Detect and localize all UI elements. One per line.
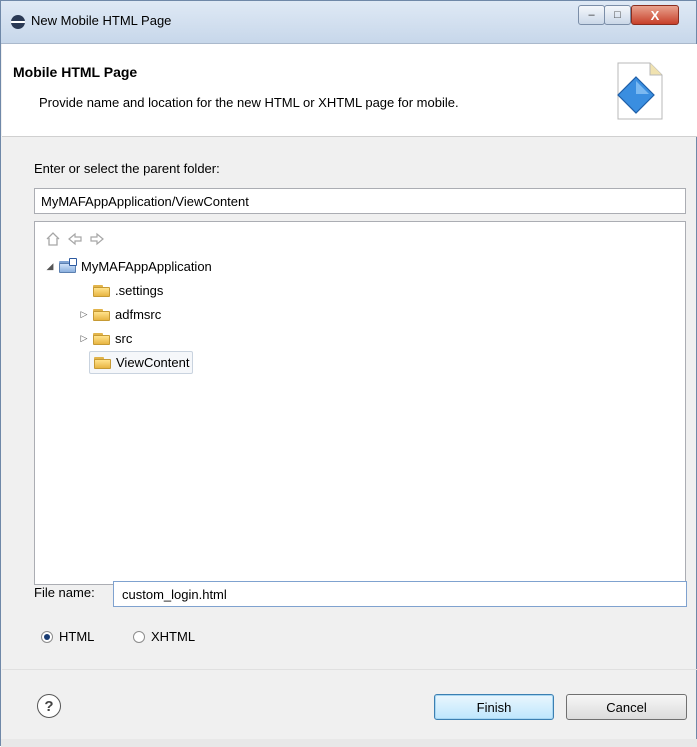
title-bar[interactable]: New Mobile HTML Page – □ X: [1, 1, 696, 44]
tree-item-adfmsrc[interactable]: ▷ adfmsrc: [79, 304, 162, 325]
xhtml-radio-option[interactable]: XHTML: [133, 629, 195, 644]
tree-item-src[interactable]: ▷ src: [79, 328, 133, 349]
folder-icon: [93, 308, 111, 322]
parent-folder-input[interactable]: [34, 188, 686, 214]
folder-tree[interactable]: ◢ MyMAFAppApplication .settings ▷ adfmsr…: [34, 221, 686, 585]
eclipse-icon: [11, 15, 25, 29]
html-radio-label: HTML: [59, 629, 95, 644]
html-page-wizard-icon: [617, 62, 663, 120]
collapsed-triangle-icon[interactable]: ▷: [79, 309, 89, 320]
close-button[interactable]: X: [631, 5, 679, 25]
tree-item-label: ViewContent: [116, 355, 190, 370]
wizard-title: Mobile HTML Page: [13, 64, 138, 80]
dialog-window: New Mobile HTML Page – □ X Mobile HTML P…: [0, 0, 697, 747]
window-title: New Mobile HTML Page: [31, 13, 172, 28]
xhtml-radio-label: XHTML: [151, 629, 196, 644]
file-name-label: File name:: [34, 585, 95, 600]
file-name-input[interactable]: [113, 581, 687, 607]
project-folder-icon: [59, 257, 77, 274]
xhtml-radio-button[interactable]: [133, 630, 145, 643]
cancel-button[interactable]: Cancel: [566, 694, 687, 720]
tree-item-label: MyMAFAppApplication: [81, 259, 212, 274]
html-radio-option[interactable]: HTML: [41, 629, 94, 644]
minimize-button[interactable]: –: [578, 5, 605, 25]
tree-item-project[interactable]: ◢ MyMAFAppApplication: [45, 256, 212, 277]
tree-item-label: src: [115, 331, 133, 346]
maximize-button[interactable]: □: [604, 5, 631, 25]
tree-item-label: adfmsrc: [115, 307, 162, 322]
expanded-triangle-icon[interactable]: ◢: [45, 261, 55, 272]
folder-icon: [93, 332, 111, 346]
collapsed-triangle-icon[interactable]: ▷: [79, 333, 89, 344]
folder-icon: [93, 284, 111, 298]
wizard-description: Provide name and location for the new HT…: [39, 95, 459, 110]
forward-arrow-icon[interactable]: [89, 231, 105, 247]
home-icon[interactable]: [45, 231, 61, 247]
tree-item-label: .settings: [115, 283, 164, 298]
wizard-banner: Mobile HTML Page Provide name and locati…: [2, 44, 697, 137]
parent-folder-label: Enter or select the parent folder:: [34, 161, 220, 176]
tree-navigation: [45, 231, 105, 247]
folder-icon: [94, 356, 112, 370]
back-arrow-icon[interactable]: [67, 231, 83, 247]
tree-item-viewcontent[interactable]: ViewContent: [89, 351, 194, 374]
finish-button[interactable]: Finish: [434, 694, 554, 720]
tree-item-settings[interactable]: .settings: [79, 280, 163, 301]
help-icon[interactable]: ?: [37, 694, 61, 718]
footer-divider: [2, 669, 697, 670]
html-radio-button[interactable]: [41, 630, 53, 643]
